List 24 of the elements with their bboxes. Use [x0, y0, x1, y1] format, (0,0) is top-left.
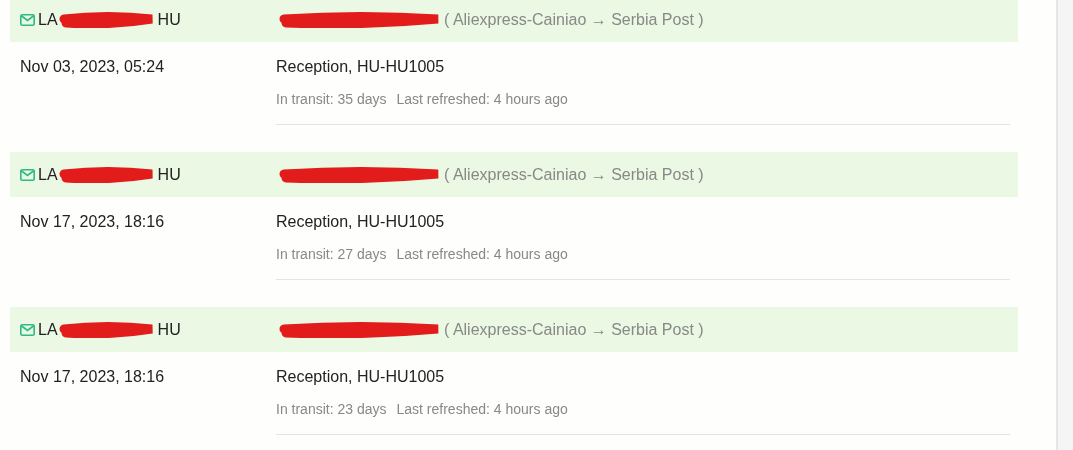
carrier-route: ( Aliexpress-Cainiao → Serbia Post ) [444, 164, 704, 185]
event-location: Reception, HU-HU1005 [276, 57, 446, 77]
carrier-route: ( Aliexpress-Cainiao → Serbia Post ) [444, 9, 704, 30]
mail-icon [20, 168, 35, 181]
event-date: Nov 03, 2023, 05:24 [20, 57, 166, 77]
tracking-number-start: LA [38, 319, 58, 340]
last-refreshed: Last refreshed: 4 hours ago [396, 400, 568, 419]
mail-icon [20, 13, 35, 26]
last-refreshed: Last refreshed: 4 hours ago [396, 245, 568, 264]
tracking-number-end: HU [157, 164, 181, 185]
tracking-number-end: HU [157, 319, 181, 340]
event-date: Nov 17, 2023, 18:16 [20, 367, 166, 387]
transit-time: In transit: 23 days [276, 400, 387, 419]
transit-time: In transit: 35 days [276, 90, 387, 109]
event-location: Reception, HU-HU1005 [276, 212, 446, 232]
mail-icon [20, 323, 35, 336]
event-location: Reception, HU-HU1005 [276, 367, 446, 387]
carrier-route: ( Aliexpress-Cainiao → Serbia Post ) [444, 319, 704, 340]
transit-time: In transit: 27 days [276, 245, 387, 264]
tracking-number-end: HU [157, 9, 181, 30]
tracking-number-start: LA [38, 9, 58, 30]
tracking-number-start: LA [38, 164, 58, 185]
last-refreshed: Last refreshed: 4 hours ago [396, 90, 568, 109]
event-date: Nov 17, 2023, 18:16 [20, 212, 166, 232]
